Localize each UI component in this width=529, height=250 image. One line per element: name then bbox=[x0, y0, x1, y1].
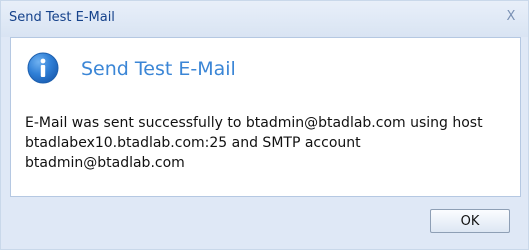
dialog-body: Send Test E-Mail E-Mail was sent success… bbox=[10, 37, 521, 197]
dialog-heading: Send Test E-Mail bbox=[81, 58, 236, 80]
dialog-title: Send Test E-Mail bbox=[9, 10, 115, 25]
info-icon bbox=[27, 52, 59, 84]
dialog-message: E-Mail was sent successfully to btadmin@… bbox=[25, 115, 483, 171]
close-icon[interactable]: X bbox=[503, 8, 519, 26]
send-test-email-dialog: Send Test E-Mail X Send Test E-Mail E-Ma… bbox=[0, 0, 529, 250]
dialog-titlebar: Send Test E-Mail X bbox=[1, 1, 528, 37]
ok-button[interactable]: OK bbox=[430, 209, 510, 233]
